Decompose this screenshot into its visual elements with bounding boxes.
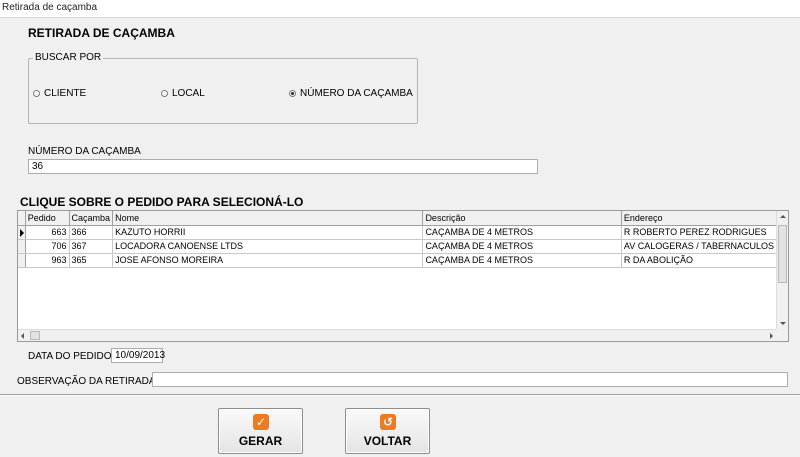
voltar-button-label: VOLTAR (363, 434, 412, 448)
row-selector[interactable] (18, 225, 26, 240)
grid-header-row: Pedido Caçamba Nome Descrição Endereço (18, 211, 789, 226)
cell-nome[interactable]: LOCADORA CANOENSE LTDS (112, 239, 424, 254)
scroll-up-icon[interactable] (780, 215, 786, 218)
scroll-right-icon[interactable] (770, 333, 773, 339)
pedidos-grid[interactable]: Pedido Caçamba Nome Descrição Endereço 6… (17, 210, 789, 342)
column-header-endereco[interactable]: Endereço (621, 211, 789, 226)
table-row[interactable]: 706 367 LOCADORA CANOENSE LTDS CAÇAMBA D… (18, 239, 789, 254)
cell-cacamba[interactable]: 367 (69, 239, 114, 254)
radio-cliente-indicator[interactable] (33, 90, 40, 97)
radio-numero-cacamba[interactable]: NÚMERO DA CAÇAMBA (289, 88, 413, 99)
back-arrow-icon: ↺ (380, 414, 396, 430)
grid-title: CLIQUE SOBRE O PEDIDO PARA SELECIONÁ-LO (20, 195, 304, 209)
cell-cacamba[interactable]: 365 (69, 253, 114, 268)
cell-endereco[interactable]: AV CALOGERAS / TABERNACULOS BI (621, 239, 789, 254)
data-pedido-field[interactable]: 10/09/2013 (111, 348, 165, 363)
gerar-button-label: GERAR (238, 434, 283, 448)
horizontal-scroll-thumb[interactable] (30, 331, 40, 340)
voltar-button[interactable]: ↺ VOLTAR (345, 408, 430, 454)
observacao-input[interactable] (152, 372, 788, 387)
grid-corner-header (18, 211, 26, 226)
current-row-arrow-icon (20, 228, 24, 237)
observacao-label: OBSERVAÇÃO DA RETIRADA: (17, 376, 159, 387)
check-icon: ✓ (253, 414, 269, 430)
numero-cacamba-input[interactable]: 36 (28, 159, 538, 174)
cell-descricao[interactable]: CAÇAMBA DE 4 METROS (422, 253, 622, 268)
column-header-nome[interactable]: Nome (112, 211, 424, 226)
table-row[interactable]: 963 365 JOSE AFONSO MOREIRA CAÇAMBA DE 4… (18, 253, 789, 268)
row-selector[interactable] (18, 239, 26, 254)
cell-descricao[interactable]: CAÇAMBA DE 4 METROS (422, 239, 622, 254)
title-bar: Retirada de caçamba (0, 0, 800, 18)
radio-numero-cacamba-indicator[interactable] (289, 90, 296, 97)
column-header-pedido[interactable]: Pedido (25, 211, 70, 226)
form-title: RETIRADA DE CAÇAMBA (28, 26, 175, 40)
radio-cliente-label: CLIENTE (44, 88, 87, 99)
radio-numero-cacamba-label: NÚMERO DA CAÇAMBA (300, 88, 413, 99)
window-title: Retirada de caçamba (2, 2, 98, 13)
cell-pedido[interactable]: 706 (25, 239, 70, 254)
footer-divider (0, 394, 800, 396)
radio-cliente[interactable]: CLIENTE (33, 88, 86, 99)
radio-local-indicator[interactable] (161, 90, 168, 97)
scroll-down-icon[interactable] (780, 322, 786, 325)
radio-local-label: LOCAL (172, 88, 205, 99)
grid-horizontal-scrollbar[interactable] (18, 329, 776, 341)
table-row[interactable]: 663 366 KAZUTO HORRII CAÇAMBA DE 4 METRO… (18, 225, 789, 240)
cell-endereco[interactable]: R ROBERTO PEREZ RODRIGUES (621, 225, 789, 240)
vertical-scroll-thumb[interactable] (778, 225, 787, 283)
grid-vertical-scrollbar[interactable] (776, 211, 788, 329)
search-group-label: BUSCAR POR (33, 52, 104, 63)
radio-local[interactable]: LOCAL (161, 88, 205, 99)
cell-nome[interactable]: JOSE AFONSO MOREIRA (112, 253, 424, 268)
scroll-left-icon[interactable] (21, 333, 24, 339)
cell-cacamba[interactable]: 366 (69, 225, 114, 240)
cell-descricao[interactable]: CAÇAMBA DE 4 METROS (422, 225, 622, 240)
cell-pedido[interactable]: 663 (25, 225, 70, 240)
row-selector[interactable] (18, 253, 26, 268)
scrollbar-corner (776, 329, 788, 341)
numero-cacamba-label: NÚMERO DA CAÇAMBA (28, 146, 141, 157)
column-header-descricao[interactable]: Descrição (422, 211, 622, 226)
gerar-button[interactable]: ✓ GERAR (218, 408, 303, 454)
column-header-cacamba[interactable]: Caçamba (69, 211, 114, 226)
data-pedido-label: DATA DO PEDIDO (28, 351, 112, 362)
cell-nome[interactable]: KAZUTO HORRII (112, 225, 424, 240)
pedidos-table: Pedido Caçamba Nome Descrição Endereço 6… (18, 211, 789, 268)
cell-endereco[interactable]: R DA ABOLIÇÃO (621, 253, 789, 268)
cell-pedido[interactable]: 963 (25, 253, 70, 268)
